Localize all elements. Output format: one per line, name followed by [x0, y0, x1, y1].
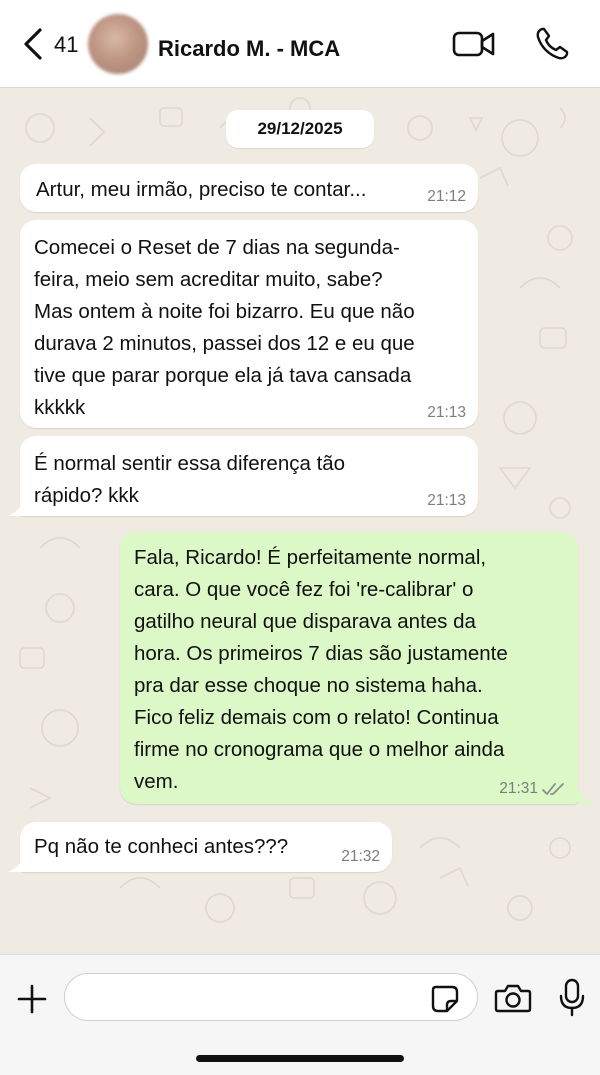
- video-icon[interactable]: [452, 28, 496, 60]
- message-outgoing[interactable]: Fala, Ricardo! É perfeitamente normal, c…: [120, 532, 578, 804]
- message-input[interactable]: [64, 973, 478, 1021]
- microphone-icon[interactable]: [556, 978, 588, 1018]
- sticker-icon[interactable]: [430, 984, 460, 1014]
- message-line: gatilho neural que disparava antes da: [134, 610, 476, 633]
- message-line: rápido? kkk: [34, 484, 139, 507]
- message-incoming[interactable]: Pq não te conheci antes??? 21:32: [20, 822, 392, 872]
- message-time: 21:31: [499, 780, 538, 797]
- message-line: kkkkk: [34, 396, 86, 419]
- bubble-tail: [8, 502, 24, 516]
- message-line: Fala, Ricardo! É perfeitamente normal,: [134, 546, 487, 569]
- message-line: tive que parar porque ela já tava cansad…: [34, 364, 412, 387]
- message-time: 21:32: [341, 848, 380, 865]
- message-line: durava 2 minutos, passei dos 12 e eu que: [34, 332, 415, 355]
- message-text: Pq não te conheci antes???: [34, 835, 289, 858]
- message-text: Artur, meu irmão, preciso te contar...: [36, 178, 367, 201]
- phone-icon[interactable]: [534, 26, 570, 62]
- message-line: hora. Os primeiros 7 dias são justamente: [134, 642, 508, 665]
- message-line: feira, meio sem acreditar muito, sabe?: [34, 268, 383, 291]
- message-line: Fico feliz demais com o relato! Continua: [134, 706, 499, 729]
- message-time: 21:13: [427, 492, 466, 509]
- message-line: Mas ontem à noite foi bizarro. Eu que nã…: [34, 300, 415, 323]
- avatar[interactable]: [88, 14, 148, 74]
- message-line: Comecei o Reset de 7 dias na segunda-: [34, 236, 400, 259]
- message-line: cara. O que você fez foi 're-calibrar' o: [134, 578, 474, 601]
- contact-name[interactable]: Ricardo M. - MCA: [158, 36, 340, 62]
- message-time: 21:13: [427, 404, 466, 421]
- message-incoming[interactable]: É normal sentir essa diferença tão rápid…: [20, 436, 478, 516]
- home-indicator: [196, 1055, 404, 1062]
- chat-header: 41 Ricardo M. - MCA: [0, 0, 600, 88]
- message-line: É normal sentir essa diferença tão: [34, 452, 346, 475]
- date-separator: 29/12/2025: [226, 110, 374, 148]
- message-time: 21:12: [427, 188, 466, 205]
- chevron-left-icon[interactable]: [20, 26, 50, 62]
- unread-count[interactable]: 41: [54, 32, 78, 58]
- double-check-icon: [542, 783, 564, 795]
- bubble-tail: [578, 790, 594, 804]
- bubble-tail: [8, 858, 24, 872]
- message-line: firme no cronograma que o melhor ainda: [134, 738, 505, 761]
- message-line: pra dar esse choque no sistema haha.: [134, 674, 483, 697]
- message-incoming[interactable]: Artur, meu irmão, preciso te contar... 2…: [20, 164, 478, 212]
- message-incoming[interactable]: Comecei o Reset de 7 dias na segunda- fe…: [20, 220, 478, 428]
- plus-icon[interactable]: [16, 983, 48, 1015]
- camera-icon[interactable]: [494, 982, 532, 1014]
